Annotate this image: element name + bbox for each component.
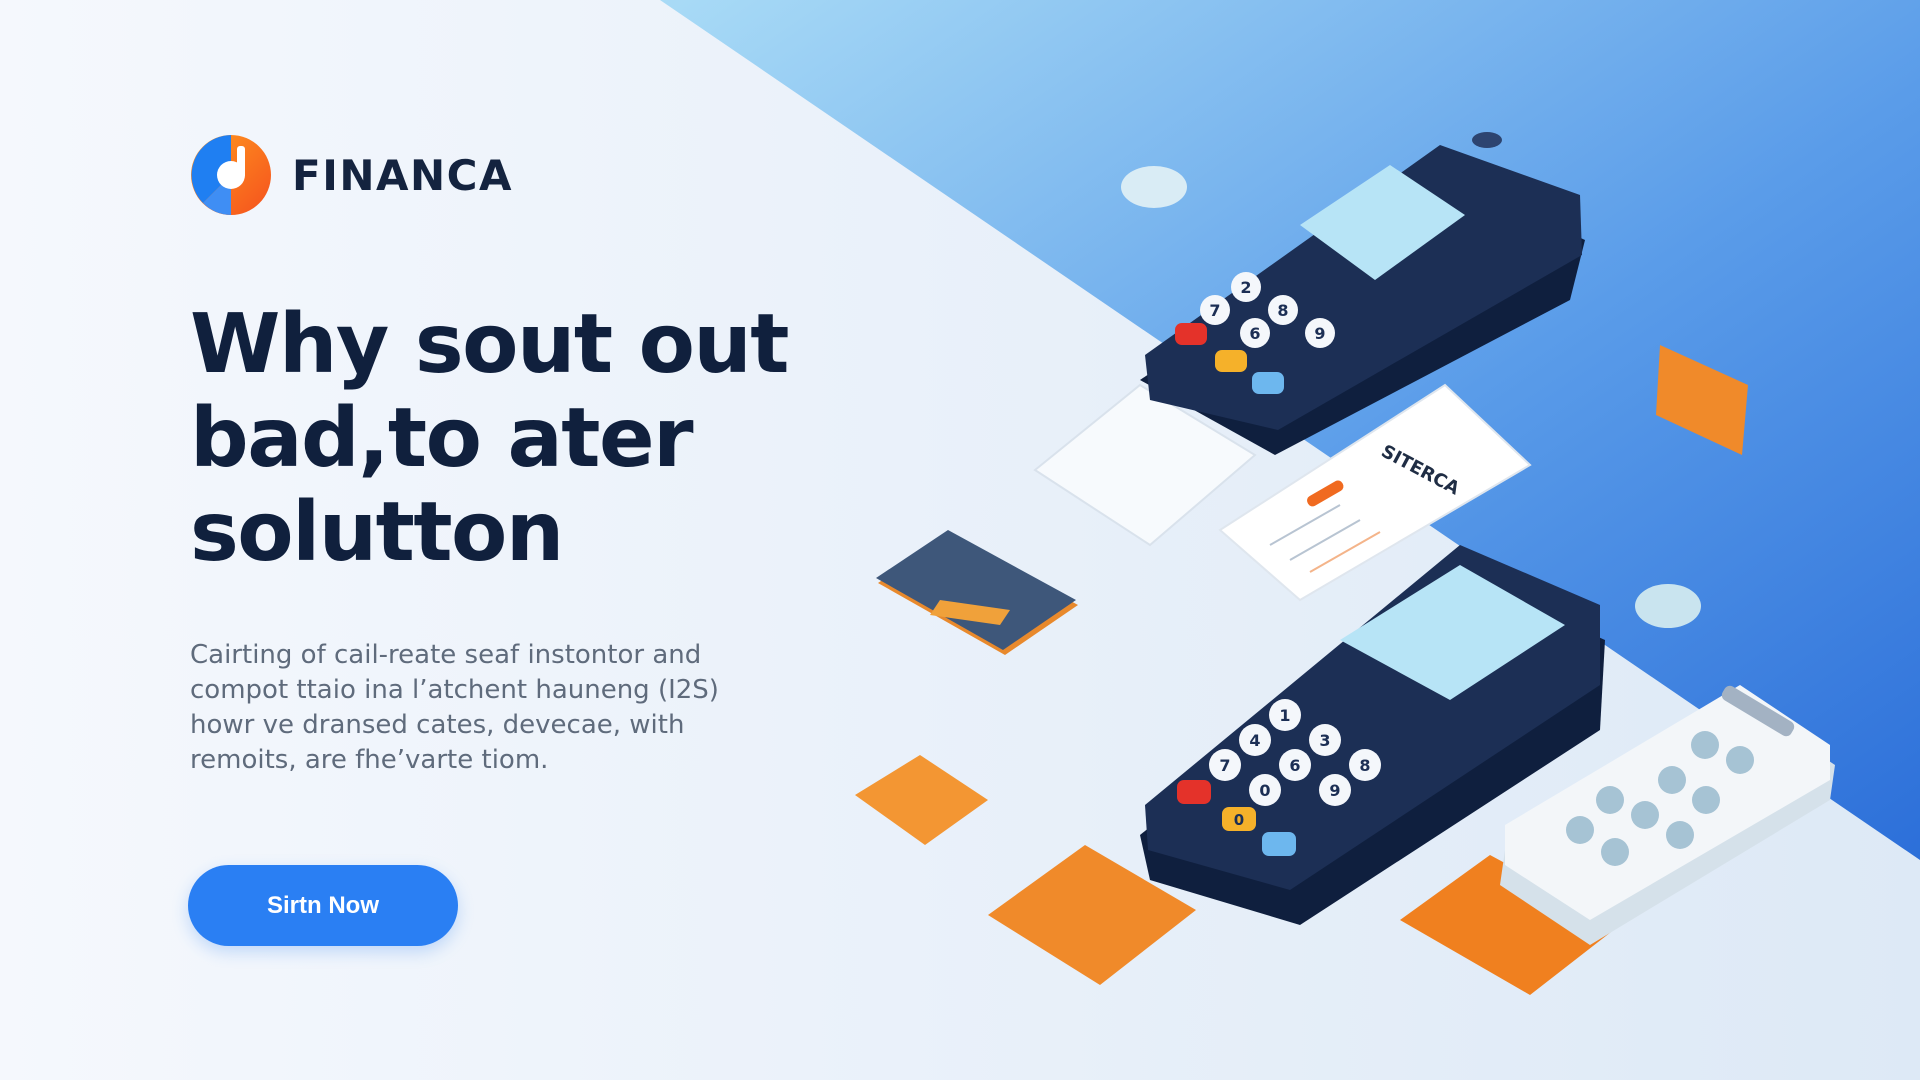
- headline-line: bad,to ater: [190, 391, 694, 486]
- svg-text:3: 3: [1319, 731, 1330, 750]
- brand[interactable]: FINANCA: [190, 130, 810, 220]
- description-line: Cairting of cail-reate seaf instontor an…: [190, 640, 702, 670]
- description-line: compot ttaio ina l’atchent hauneng (I2S): [190, 675, 719, 705]
- svg-text:6: 6: [1249, 324, 1260, 343]
- svg-text:7: 7: [1209, 301, 1220, 320]
- headline-line: Why sout out: [190, 297, 790, 392]
- description-line: remoits, are fhe’varte tiom.: [190, 745, 549, 775]
- brand-logo-icon: [191, 135, 271, 215]
- svg-text:0: 0: [1234, 811, 1244, 829]
- orange-tile-decoration: [1656, 345, 1748, 455]
- svg-text:4: 4: [1249, 731, 1260, 750]
- svg-text:9: 9: [1314, 324, 1325, 343]
- headline-line: solutton: [190, 485, 564, 580]
- orange-tile-decoration: [855, 755, 988, 845]
- svg-text:1: 1: [1279, 706, 1290, 725]
- svg-text:8: 8: [1277, 301, 1288, 320]
- pebble-decoration: [1121, 166, 1187, 208]
- credit-card-illustration: [876, 530, 1078, 655]
- svg-text:8: 8: [1359, 756, 1370, 775]
- svg-text:2: 2: [1240, 278, 1251, 297]
- hero-content: FINANCA Why sout out bad,to ater solutto…: [190, 130, 810, 804]
- hero-headline: Why sout out bad,to ater solutton: [190, 298, 810, 580]
- brand-name: FINANCA: [292, 150, 513, 200]
- upper-card-terminal: [1140, 132, 1585, 455]
- svg-text:0: 0: [1259, 781, 1270, 800]
- svg-text:9: 9: [1329, 781, 1340, 800]
- hero-description: Cairting of cail-reate seaf instontor an…: [190, 638, 810, 778]
- pebble-decoration: [1635, 584, 1701, 628]
- svg-text:6: 6: [1289, 756, 1300, 775]
- svg-text:7: 7: [1219, 756, 1230, 775]
- description-line: howr ve dransed cates, devecae, with: [190, 710, 685, 740]
- cta-button[interactable]: Sirtn Now: [188, 865, 458, 946]
